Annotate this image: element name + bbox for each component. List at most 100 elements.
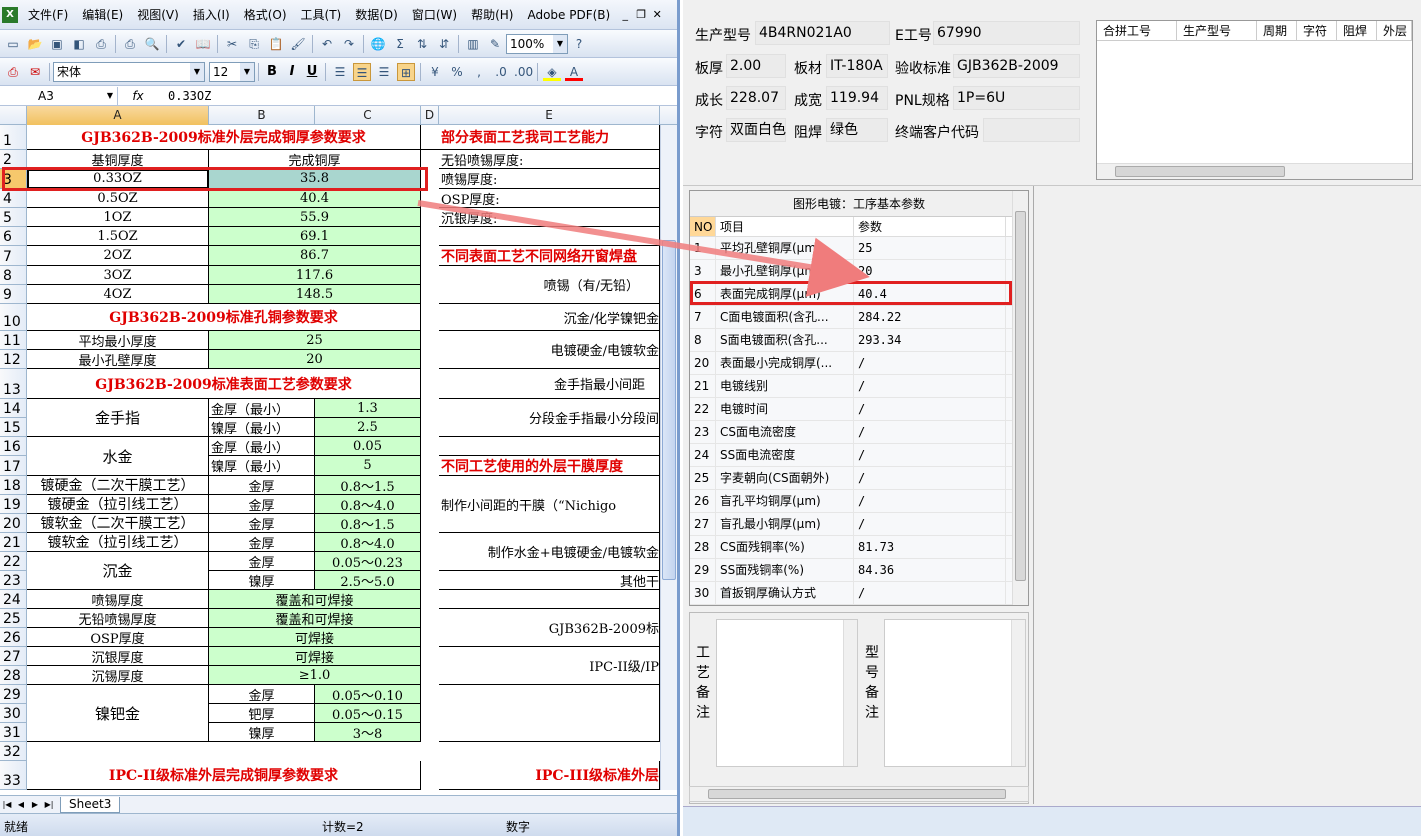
cell[interactable]: 可焊接 <box>209 647 421 666</box>
excel-app-icon[interactable]: X <box>2 6 18 23</box>
cell-title-outer-copper[interactable]: GJB362B-2009标准外层完成铜厚参数要求 <box>27 125 421 150</box>
cell[interactable]: 金厚 <box>209 476 315 495</box>
row-header[interactable]: 7 <box>0 246 27 266</box>
cell[interactable]: 沉金 <box>27 552 209 590</box>
sheet-tab[interactable]: Sheet3 <box>60 796 121 813</box>
param-row[interactable]: 21 电镀线别 / <box>690 375 1028 398</box>
currency-icon[interactable]: ¥ <box>426 63 444 81</box>
menu-window[interactable]: 窗口(W) <box>405 6 464 23</box>
merge-col-header[interactable]: 合拼工号 <box>1097 21 1177 40</box>
comma-icon[interactable]: , <box>470 63 488 81</box>
copy-icon[interactable]: ⎘ <box>245 35 263 53</box>
row-header[interactable]: 10 <box>0 304 27 331</box>
menu-insert[interactable]: 插入(I) <box>186 6 237 23</box>
align-left-icon[interactable]: ☰ <box>331 63 349 81</box>
cell[interactable]: 镍厚 <box>209 571 315 590</box>
row-header[interactable]: 27 <box>0 647 27 666</box>
row-header[interactable]: 16 <box>0 437 27 456</box>
bold-icon[interactable]: B <box>262 64 282 79</box>
cell-title-surface[interactable]: GJB362B-2009标准表面工艺参数要求 <box>27 369 421 399</box>
last-sheet-icon[interactable]: ▶| <box>42 800 56 809</box>
row-header[interactable]: 24 <box>0 590 27 609</box>
row-header[interactable]: 18 <box>0 476 27 495</box>
paste-icon[interactable]: 📋 <box>267 35 285 53</box>
drawing-icon[interactable]: ✎ <box>486 35 504 53</box>
preview-icon[interactable]: 🔍 <box>143 35 161 53</box>
cell[interactable]: 制作水金+电镀硬金/电镀软金 <box>439 533 660 571</box>
row-header[interactable]: 14 <box>0 399 27 418</box>
param-row[interactable]: 1 平均孔壁铜厚(μm) 25 <box>690 237 1028 260</box>
param-row[interactable]: 27 盲孔最小铜厚(μm) / <box>690 513 1028 536</box>
cell[interactable]: 0.05～0.23 <box>315 552 421 571</box>
merge-hscrollbar[interactable] <box>1097 163 1412 179</box>
param-row[interactable]: 22 电镀时间 / <box>690 398 1028 421</box>
cell[interactable] <box>439 685 660 742</box>
merge-col-header[interactable]: 阻焊 <box>1337 21 1377 40</box>
cell[interactable]: 0.8～1.5 <box>315 514 421 533</box>
cell[interactable]: 镍钯金 <box>27 685 209 742</box>
cell[interactable]: 最小孔壁厚度 <box>27 350 209 369</box>
cell[interactable]: 无铅喷锡厚度: <box>439 150 660 169</box>
cell[interactable]: 0.5OZ <box>27 189 209 208</box>
fx-icon[interactable]: fx <box>118 89 158 103</box>
cell[interactable]: 镀软金（拉引线工艺） <box>27 533 209 552</box>
row-header[interactable]: 32 <box>0 742 27 761</box>
cell[interactable]: 金厚（最小） <box>209 437 315 456</box>
scroll-thumb[interactable] <box>1015 211 1026 581</box>
sort-asc-icon[interactable]: ⇅ <box>413 35 431 53</box>
cell[interactable]: 其他干 <box>439 571 660 590</box>
cell[interactable] <box>439 227 660 246</box>
redo-icon[interactable]: ↷ <box>340 35 358 53</box>
len-field[interactable]: 228.07 <box>726 86 786 110</box>
new-icon[interactable]: ▭ <box>4 35 22 53</box>
merge-col-header[interactable]: 周期 <box>1257 21 1297 40</box>
cell[interactable]: 沉银厚度: <box>439 208 660 227</box>
cell[interactable]: 镀软金（二次干膜工艺） <box>27 514 209 533</box>
cell-title-dry-film[interactable]: 不同工艺使用的外层干膜厚度 <box>439 456 660 476</box>
sort-desc-icon[interactable]: ⇵ <box>435 35 453 53</box>
merge-col-header[interactable]: 生产型号 <box>1177 21 1257 40</box>
cell[interactable]: 0.05～0.10 <box>315 685 421 704</box>
italic-icon[interactable]: I <box>282 64 302 79</box>
cell-title-solder-window[interactable]: 不同表面工艺不同网络开窗焊盘 <box>439 246 660 266</box>
cell[interactable] <box>439 590 660 609</box>
cell-title-ipc2[interactable]: IPC-II级标准外层完成铜厚参数要求 <box>27 761 421 790</box>
row-header[interactable]: 30 <box>0 704 27 723</box>
cell[interactable]: 镍厚（最小） <box>209 456 315 476</box>
row-header[interactable]: 26 <box>0 628 27 647</box>
column-header-c[interactable]: C <box>315 106 421 125</box>
vertical-scrollbar[interactable] <box>660 125 677 790</box>
cell[interactable]: 40.4 <box>209 189 421 208</box>
cell[interactable]: 金手指最小间距 <box>439 369 660 399</box>
cell[interactable]: 平均最小厚度 <box>27 331 209 350</box>
cell[interactable]: 金厚 <box>209 495 315 514</box>
param-row[interactable]: 24 SS面电流密度 / <box>690 444 1028 467</box>
cell[interactable]: 0.8～4.0 <box>315 495 421 514</box>
row-header[interactable]: 1 <box>0 125 27 150</box>
param-row[interactable]: 26 盲孔平均铜厚(μm) / <box>690 490 1028 513</box>
menu-edit[interactable]: 编辑(E) <box>75 6 130 23</box>
row-header[interactable]: 5 <box>0 208 27 227</box>
row-header[interactable]: 31 <box>0 723 27 742</box>
cell[interactable]: 1OZ <box>27 208 209 227</box>
chart-wizard-icon[interactable]: ▥ <box>464 35 482 53</box>
cell[interactable]: 2.5 <box>315 418 421 437</box>
e-no-field[interactable]: 67990 <box>933 21 1080 45</box>
cell[interactable]: 148.5 <box>209 285 421 304</box>
memo-scrollbar[interactable] <box>843 620 857 766</box>
research-icon[interactable]: 📖 <box>194 35 212 53</box>
cell[interactable]: 3OZ <box>27 266 209 285</box>
cell[interactable]: 金手指 <box>27 399 209 437</box>
cell[interactable]: 镍厚 <box>209 723 315 742</box>
row-header[interactable]: 25 <box>0 609 27 628</box>
cell[interactable]: ≥1.0 <box>209 666 421 685</box>
cell[interactable]: 0.8～1.5 <box>315 476 421 495</box>
cell[interactable]: 喷锡（有/无铅） <box>439 266 660 304</box>
permission-icon[interactable]: ◧ <box>70 35 88 53</box>
print-icon[interactable]: ⎙ <box>121 35 139 53</box>
pdf-mail-icon[interactable]: ✉ <box>26 63 44 81</box>
pdf-convert-icon[interactable]: ⎙ <box>4 63 22 81</box>
formula-input[interactable]: 0.33OZ <box>158 89 211 103</box>
cell[interactable]: 金厚 <box>209 552 315 571</box>
row-header[interactable]: 15 <box>0 418 27 437</box>
